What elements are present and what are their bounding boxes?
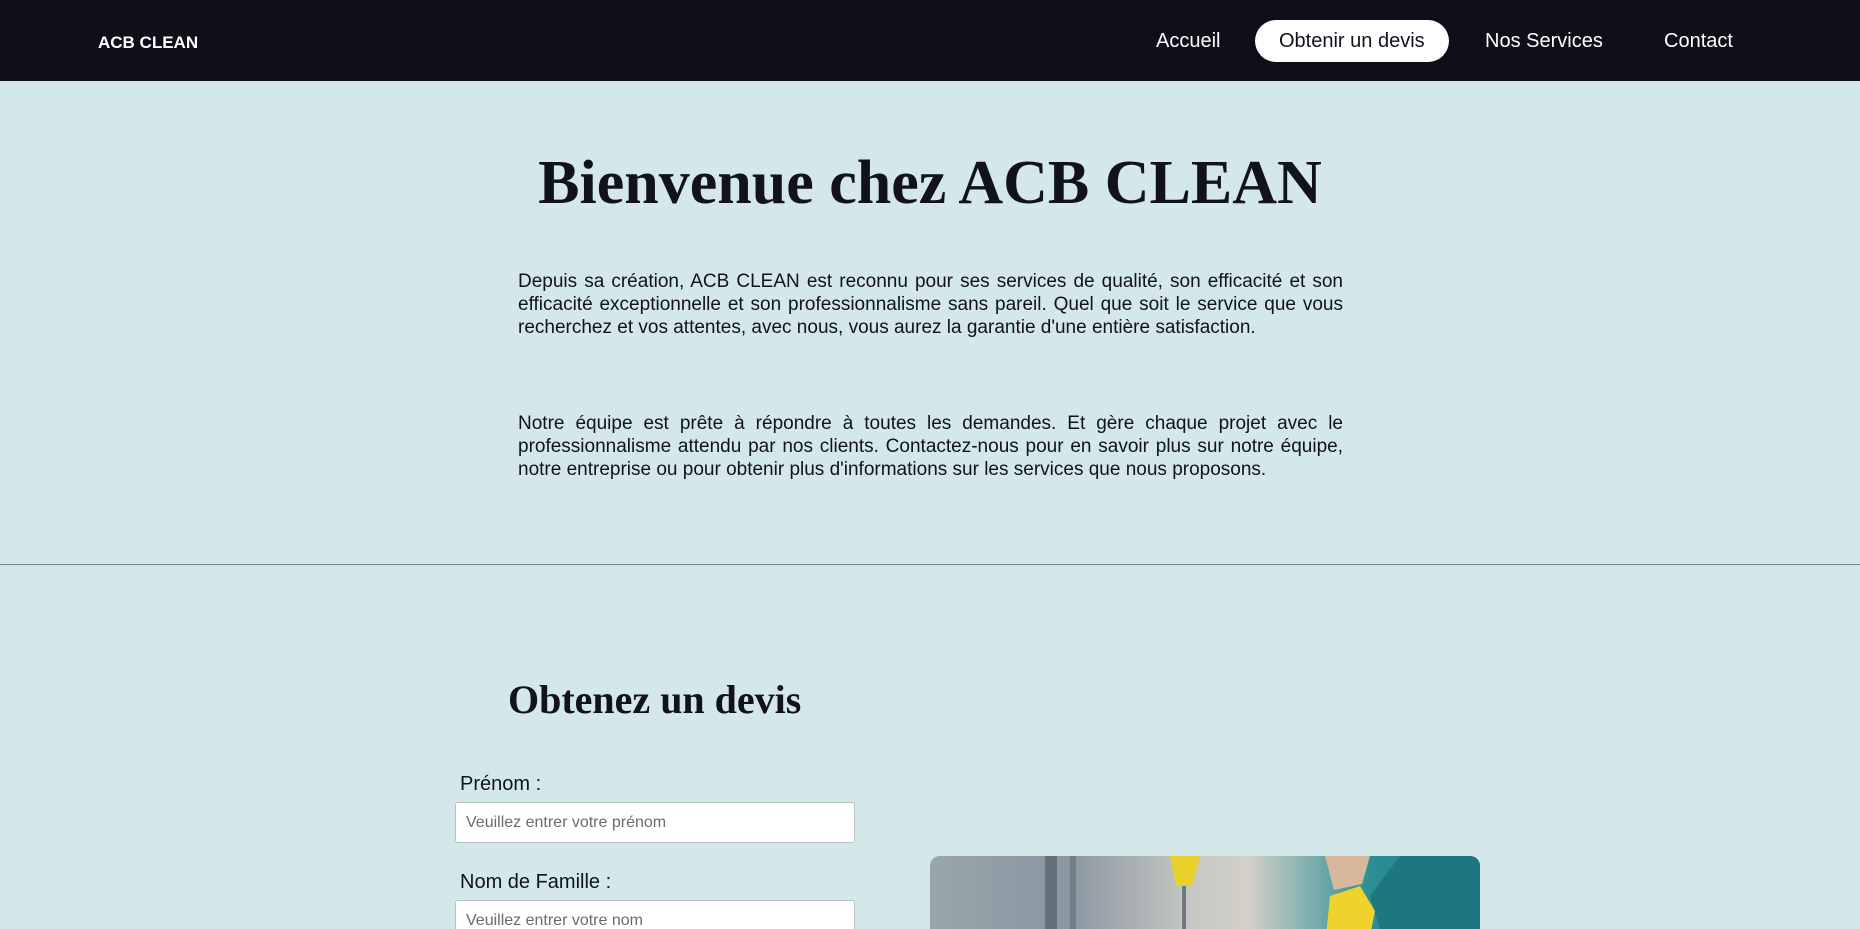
cleaning-photo bbox=[930, 856, 1480, 929]
nav-link-accueil[interactable]: Accueil bbox=[1132, 20, 1244, 62]
hero-paragraph: Depuis sa création, ACB CLEAN est reconn… bbox=[518, 271, 1343, 338]
quote-form-title: Obtenez un devis bbox=[508, 677, 802, 722]
last-name-label: Nom de Famille : bbox=[460, 871, 612, 893]
brand-logo-text[interactable]: ACB CLEAN bbox=[98, 33, 198, 53]
last-name-input[interactable] bbox=[455, 900, 855, 929]
hero-paragraph: Notre équipe est prête à répondre à tout… bbox=[518, 413, 1343, 480]
section-divider bbox=[0, 564, 1860, 565]
first-name-input[interactable] bbox=[455, 802, 855, 843]
hero-title: Bienvenue chez ACB CLEAN bbox=[538, 149, 1322, 217]
nav-link-contact[interactable]: Contact bbox=[1640, 20, 1757, 62]
first-name-label: Prénom : bbox=[460, 773, 542, 795]
nav-link-nos-services[interactable]: Nos Services bbox=[1461, 20, 1627, 62]
top-navbar: ACB CLEAN Accueil Obtenir un devis Nos S… bbox=[0, 0, 1860, 81]
nav-link-obtenir-un-devis[interactable]: Obtenir un devis bbox=[1255, 20, 1449, 62]
